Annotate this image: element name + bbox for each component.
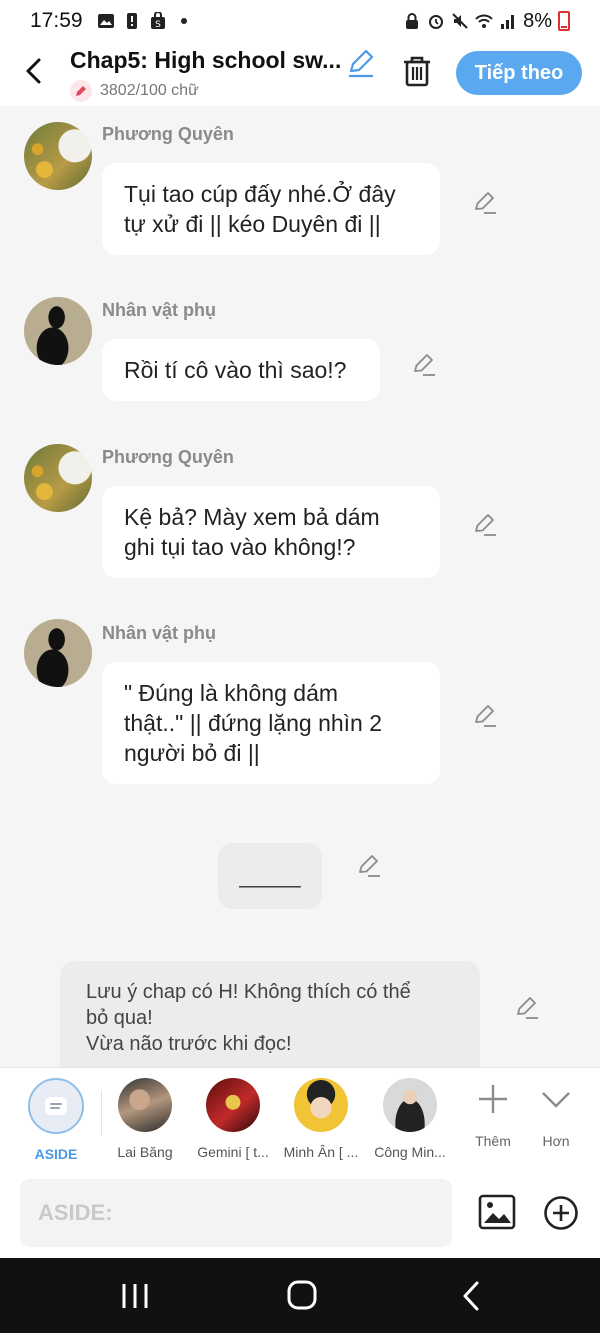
character-bar: ASIDE Lai Băng Gemini [ t... Minh Ân [ .…: [0, 1067, 600, 1171]
message-line: thật.." || đứng lặng nhìn 2: [124, 710, 383, 736]
expand-label: Hơn: [542, 1133, 570, 1149]
aside-note-icon: [45, 1097, 67, 1115]
speaker-name: Nhân vật phụ: [102, 300, 217, 320]
character-name: Lai Băng: [117, 1144, 173, 1160]
avatar-nhan-vat-phu[interactable]: [24, 297, 92, 365]
nav-back-icon[interactable]: [452, 1278, 492, 1314]
status-bar: 17:59 S 8%: [0, 0, 600, 42]
avatar: [206, 1078, 260, 1132]
chapter-title[interactable]: Chap5: High school sw...: [70, 47, 341, 74]
avatar: [383, 1078, 437, 1132]
speaker-name: Phương Quyên: [102, 124, 234, 144]
chevron-down-icon: [542, 1092, 570, 1108]
character-name: Gemini [ t...: [197, 1144, 269, 1160]
expand-characters-button[interactable]: Hơn: [526, 1082, 586, 1149]
alarm-icon: [429, 15, 444, 29]
note-line: bỏ qua!: [86, 1007, 153, 1029]
character-name: Minh Ân [ ...: [283, 1144, 359, 1160]
header: Chap5: High school sw... 3802/100 chữ Ti…: [0, 42, 600, 106]
character-gemini[interactable]: Gemini [ t...: [190, 1078, 276, 1160]
character-name: Công Min...: [374, 1144, 446, 1160]
message-bubble[interactable]: Tụi tao cúp đấy nhé.Ở đây tự xử đi || ké…: [102, 163, 440, 255]
avatar-phuong-quyen[interactable]: [24, 444, 92, 512]
dot-icon: [180, 18, 187, 24]
wifi-icon: [475, 14, 493, 28]
edit-message-icon[interactable]: [472, 190, 498, 216]
next-button[interactable]: Tiếp theo: [456, 51, 582, 95]
message-line: tự xử đi || kéo Duyên đi ||: [124, 211, 381, 237]
trash-icon[interactable]: [400, 54, 434, 88]
battery-percent: 8%: [523, 9, 552, 32]
character-cong-minh[interactable]: Công Min...: [367, 1078, 453, 1160]
status-time: 17:59: [30, 9, 83, 32]
edit-divider-icon[interactable]: [356, 853, 382, 879]
character-name: ASIDE: [34, 1146, 78, 1162]
mute-icon: [452, 13, 468, 29]
aside-note[interactable]: Lưu ý chap có H! Không thích có thể bỏ q…: [60, 961, 480, 1067]
edit-message-icon[interactable]: [472, 512, 498, 538]
message-line: Tụi tao cúp đấy nhé.Ở đây: [124, 181, 396, 207]
add-content-icon[interactable]: [543, 1195, 579, 1231]
edit-message-icon[interactable]: [472, 703, 498, 729]
message-line: Rồi tí cô vào thì sao!?: [124, 357, 347, 383]
aside-input[interactable]: [20, 1179, 452, 1247]
word-count-text: 3802/100 chữ: [100, 82, 199, 99]
avatar: [118, 1078, 172, 1132]
edit-note-icon[interactable]: [514, 995, 540, 1021]
message-bubble[interactable]: " Đúng là không dám thật.." || đứng lặng…: [102, 662, 440, 784]
message-bubble[interactable]: Rồi tí cô vào thì sao!?: [102, 339, 380, 401]
character-lai-bang[interactable]: Lai Băng: [102, 1078, 188, 1160]
word-count: 3802/100 chữ: [70, 80, 199, 102]
message-bubble[interactable]: Kệ bả? Mày xem bả dám ghi tụi tao vào kh…: [102, 486, 440, 578]
avatar: [294, 1078, 348, 1132]
message-line: ghi tụi tao vào không!?: [124, 534, 356, 560]
signal-icon: [501, 15, 515, 29]
add-character-button[interactable]: Thêm: [463, 1082, 523, 1149]
input-bar: [0, 1171, 600, 1258]
character-aside[interactable]: ASIDE: [13, 1078, 99, 1162]
edit-title-icon[interactable]: [346, 48, 376, 78]
message-line: " Đúng là không dám: [124, 680, 339, 706]
message-line: người bỏ đi ||: [124, 740, 260, 766]
speaker-name: Phương Quyên: [102, 447, 234, 467]
note-line: Vừa não trước khi đọc!: [86, 1033, 292, 1055]
shopping-bag-icon: S: [150, 12, 165, 30]
plus-icon: [479, 1085, 507, 1113]
system-nav-bar: [0, 1258, 600, 1333]
battery-icon: [558, 11, 570, 31]
recent-apps-icon[interactable]: [115, 1278, 155, 1314]
gallery-icon: [97, 14, 114, 28]
message-line: Kệ bả? Mày xem bả dám: [124, 504, 380, 530]
avatar-nhan-vat-phu[interactable]: [24, 619, 92, 687]
note-line: Lưu ý chap có H! Không thích có thể: [86, 981, 411, 1003]
pencil-icon: [70, 80, 92, 102]
scene-divider[interactable]: _____: [218, 843, 322, 909]
home-icon[interactable]: [282, 1278, 322, 1314]
character-minh-an[interactable]: Minh Ân [ ...: [278, 1078, 364, 1160]
back-arrow-icon[interactable]: [20, 56, 50, 86]
avatar-phuong-quyen[interactable]: [24, 122, 92, 190]
image-icon[interactable]: [478, 1193, 516, 1231]
alert-icon: [126, 13, 137, 29]
svg-text:S: S: [155, 20, 161, 30]
aside-avatar: [28, 1078, 84, 1134]
lock-icon: [406, 13, 419, 29]
edit-message-icon[interactable]: [411, 352, 437, 378]
speaker-name: Nhân vật phụ: [102, 623, 217, 643]
chat-area: Phương Quyên Tụi tao cúp đấy nhé.Ở đây t…: [0, 106, 600, 1067]
add-label: Thêm: [475, 1133, 511, 1149]
